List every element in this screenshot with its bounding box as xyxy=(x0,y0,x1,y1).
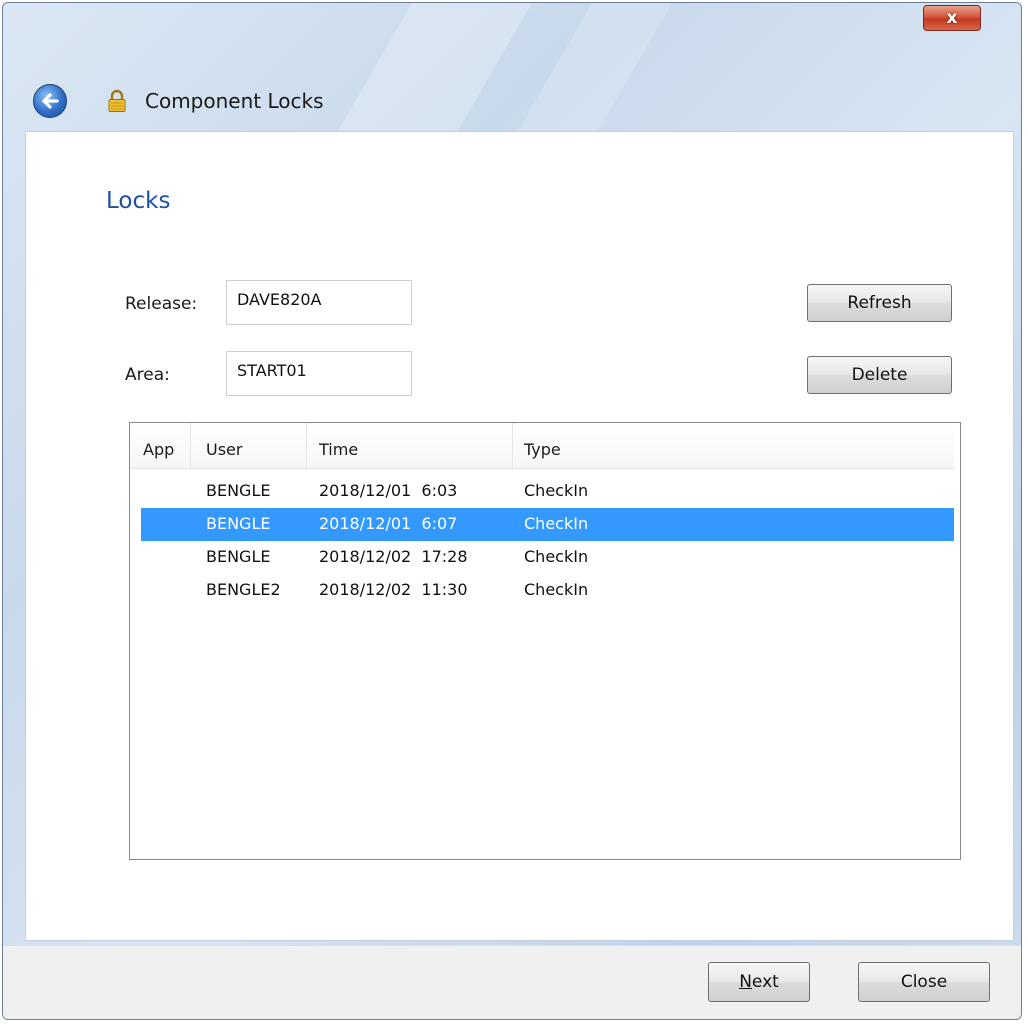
cell-type: CheckIn xyxy=(524,547,589,566)
close-icon: x xyxy=(946,8,958,28)
cell-user: BENGLE xyxy=(206,481,271,500)
close-button[interactable]: Close xyxy=(858,962,990,1002)
back-button[interactable] xyxy=(33,84,67,118)
release-field[interactable]: DAVE820A xyxy=(226,280,412,325)
dialog-footer: Next Close xyxy=(3,945,1021,1019)
glass-decoration xyxy=(511,3,695,143)
padlock-icon xyxy=(108,89,126,112)
release-label: Release: xyxy=(125,294,198,314)
window-close-button[interactable]: x xyxy=(923,5,981,31)
list-header: App User Time Type xyxy=(130,423,954,469)
back-arrow-icon xyxy=(42,93,59,109)
column-header-time[interactable]: Time xyxy=(319,440,358,459)
cell-user: BENGLE xyxy=(206,547,271,566)
window-title: Component Locks xyxy=(145,89,324,113)
table-row[interactable]: BENGLE 2018/12/01 6:03 CheckIn xyxy=(141,475,954,508)
column-divider xyxy=(190,423,191,468)
area-field[interactable]: START01 xyxy=(226,351,412,396)
refresh-button[interactable]: Refresh xyxy=(807,284,952,322)
cell-time: 2018/12/01 6:03 xyxy=(319,481,458,500)
cell-type: CheckIn xyxy=(524,580,589,599)
delete-button[interactable]: Delete xyxy=(807,356,952,394)
column-header-type[interactable]: Type xyxy=(524,440,561,459)
cell-type: CheckIn xyxy=(524,514,589,533)
page-heading: Locks xyxy=(106,188,171,214)
locks-list[interactable]: App User Time Type BENGLE 2018/12/01 6:0… xyxy=(129,422,961,860)
dialog-window: x Component Locks Locks Release: DAVE820… xyxy=(2,2,1022,1020)
column-divider xyxy=(306,423,307,468)
cell-time: 2018/12/02 17:28 xyxy=(319,547,468,566)
next-button[interactable]: Next xyxy=(708,962,810,1002)
column-divider xyxy=(512,423,513,468)
glass-decoration xyxy=(331,3,555,143)
cell-time: 2018/12/01 6:07 xyxy=(319,514,458,533)
cell-type: CheckIn xyxy=(524,481,589,500)
cell-user: BENGLE2 xyxy=(206,580,281,599)
table-row-selected[interactable]: BENGLE 2018/12/01 6:07 CheckIn xyxy=(141,508,954,541)
table-row[interactable]: BENGLE 2018/12/02 17:28 CheckIn xyxy=(141,541,954,574)
next-mnemonic: N xyxy=(739,972,752,992)
column-header-user[interactable]: User xyxy=(206,440,242,459)
column-header-app[interactable]: App xyxy=(143,440,174,459)
cell-time: 2018/12/02 11:30 xyxy=(319,580,468,599)
cell-user: BENGLE xyxy=(206,514,271,533)
area-label: Area: xyxy=(125,365,170,385)
table-row[interactable]: BENGLE2 2018/12/02 11:30 CheckIn xyxy=(141,574,954,607)
content-panel: Locks Release: DAVE820A Area: START01 Re… xyxy=(25,131,1014,941)
next-label-rest: ext xyxy=(751,972,779,992)
